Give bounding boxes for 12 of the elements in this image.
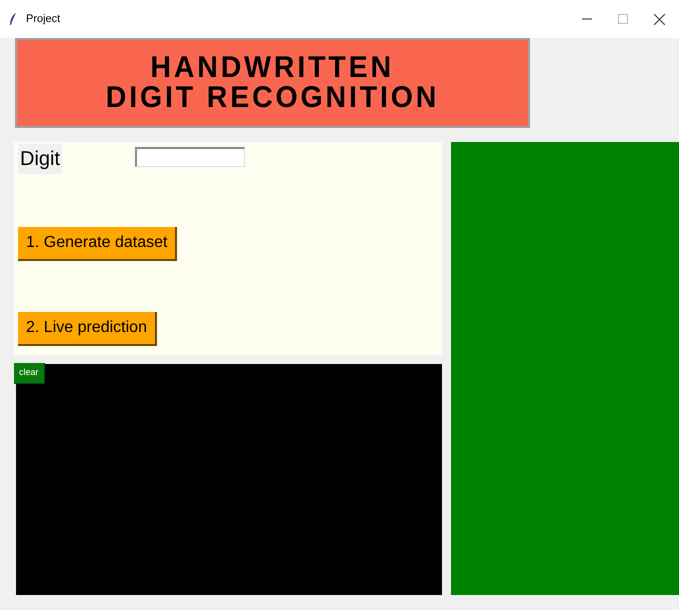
close-icon — [654, 14, 664, 24]
drawing-canvas[interactable]: clear — [16, 364, 442, 595]
window-title: Project — [26, 12, 60, 27]
maximize-icon — [618, 14, 628, 24]
banner-title: DIGIT RECOGNITION — [106, 83, 440, 113]
generate-dataset-button[interactable]: 1. Generate dataset — [18, 227, 178, 261]
digit-label: Digit — [18, 144, 62, 174]
live-prediction-button[interactable]: 2. Live prediction — [18, 312, 157, 346]
digit-field[interactable] — [135, 147, 246, 167]
banner-title: HANDWRITTEN — [150, 53, 394, 83]
clear-button[interactable]: clear — [14, 363, 45, 384]
feather-icon — [8, 12, 18, 26]
